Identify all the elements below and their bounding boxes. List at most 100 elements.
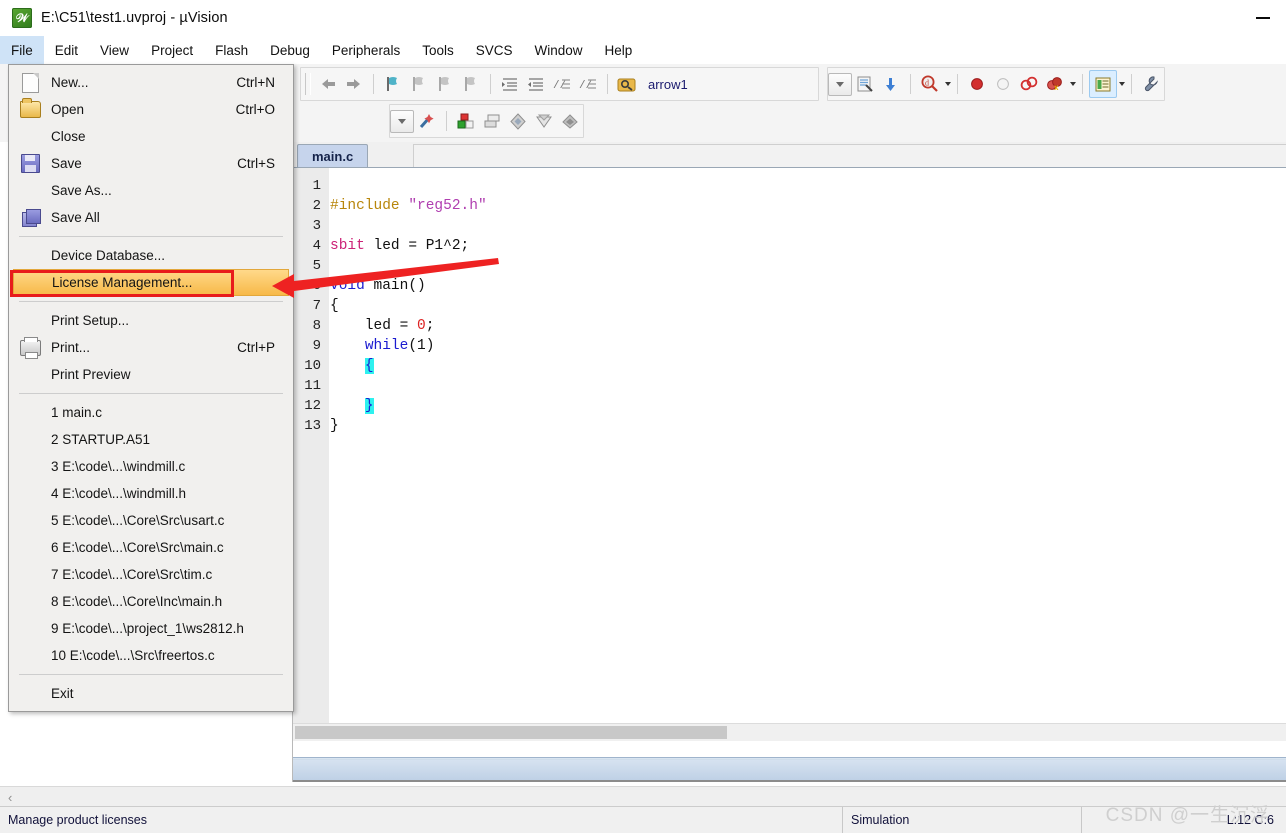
menu-item-shortcut: Ctrl+N (236, 75, 275, 90)
code-token: { (364, 358, 374, 374)
menu-item-save-as[interactable]: Save As... (9, 177, 293, 204)
menu-item-6-e-code-core-src-main-c[interactable]: 6 E:\code\...\Core\Src\main.c (9, 534, 293, 561)
menu-separator (19, 393, 283, 394)
menu-item-new[interactable]: New... Ctrl+N (9, 69, 293, 96)
bottom-scroll-strip[interactable]: ‹ (0, 786, 1286, 807)
build-wizard-icon[interactable] (414, 108, 440, 134)
download-icon[interactable] (531, 108, 557, 134)
menu-item-9-e-code-project-1-ws2812-h[interactable]: 9 E:\code\...\project_1\ws2812.h (9, 615, 293, 642)
utilities-icon[interactable] (1138, 71, 1164, 97)
code-line: 8 led = 0; (293, 316, 1286, 336)
comment-icon[interactable]: // (549, 71, 575, 97)
line-number: 13 (304, 418, 321, 434)
scrollbar-thumb[interactable] (295, 726, 727, 739)
target-options-icon[interactable] (614, 71, 640, 97)
menu-item-print-setup[interactable]: Print Setup... (9, 307, 293, 334)
insert-breakpoint-icon[interactable] (964, 71, 990, 97)
editor-tabstrip: main.c (293, 142, 1286, 168)
disable-breakpoint-icon[interactable] (990, 71, 1016, 97)
disable-all-breakpoints-icon[interactable]: x (1042, 71, 1068, 97)
menu-item-save-all[interactable]: Save All (9, 204, 293, 231)
menu-item-open[interactable]: Open Ctrl+O (9, 96, 293, 123)
menu-flash[interactable]: Flash (204, 36, 259, 64)
forward-arrow-icon[interactable] (341, 71, 367, 97)
menu-item-save[interactable]: Save Ctrl+S (9, 150, 293, 177)
code-text: while(1) (327, 336, 435, 356)
target-build-icon[interactable] (453, 108, 479, 134)
menu-item-no-icon (15, 564, 45, 586)
back-arrow-icon[interactable] (315, 71, 341, 97)
menu-debug[interactable]: Debug (259, 36, 321, 64)
line-number: 10 (304, 358, 321, 374)
menu-item-no-icon (15, 310, 45, 332)
menu-item-8-e-code-core-inc-main-h[interactable]: 8 E:\code\...\Core\Inc\main.h (9, 588, 293, 615)
chevron-down-icon[interactable] (1069, 82, 1076, 86)
editor-area: main.c 1 2 #include "reg52.h" 3 4 sbit led = … (293, 142, 1286, 782)
chevron-down-icon[interactable] (944, 82, 951, 86)
chevron-down-icon[interactable] (1118, 82, 1125, 86)
uncomment-icon[interactable]: // (575, 71, 601, 97)
toolbar-separator (909, 74, 911, 94)
menu-project[interactable]: Project (140, 36, 204, 64)
menu-item-label: 8 E:\code\...\Core\Inc\main.h (51, 594, 223, 609)
tab-main-c[interactable]: main.c (297, 144, 369, 167)
bookmark-prev-icon[interactable] (406, 71, 432, 97)
code-token: led = (330, 318, 418, 334)
translate-icon[interactable] (505, 108, 531, 134)
menu-item-label: Save All (51, 210, 100, 225)
code-line: 9 while(1) (293, 336, 1286, 356)
code-token: { (330, 298, 339, 314)
minimize-button[interactable] (1240, 0, 1286, 36)
bookmark-toggle-icon[interactable] (380, 71, 406, 97)
menu-item-label: 10 E:\code\...\Src\freertos.c (51, 648, 215, 663)
menu-item-1-main-c[interactable]: 1 main.c (9, 399, 293, 426)
batch-build-icon[interactable] (479, 108, 505, 134)
annotation-red-box (10, 270, 234, 297)
target-dropdown-icon[interactable] (827, 72, 852, 96)
manage-project-items-icon[interactable] (852, 71, 878, 97)
menu-item-print-preview[interactable]: Print Preview (9, 361, 293, 388)
find-in-files-icon[interactable]: d (917, 71, 943, 97)
menu-item-5-e-code-core-src-usart-c[interactable]: 5 E:\code\...\Core\Src\usart.c (9, 507, 293, 534)
menu-item-7-e-code-core-src-tim-c[interactable]: 7 E:\code\...\Core\Src\tim.c (9, 561, 293, 588)
menu-peripherals[interactable]: Peripherals (321, 36, 411, 64)
menu-svcs[interactable]: SVCS (465, 36, 524, 64)
menu-tools[interactable]: Tools (411, 36, 465, 64)
menu-item-label: Open (51, 102, 85, 117)
file-menu-popup[interactable]: New... Ctrl+N Open Ctrl+O Close Save Ctrl+S Sav… (8, 64, 294, 712)
scroll-left-icon[interactable]: ‹ (8, 790, 12, 805)
menu-item-4-e-code-windmill-h[interactable]: 4 E:\code\...\windmill.h (9, 480, 293, 507)
menu-item-no-icon (15, 429, 45, 451)
window-layout-icon[interactable] (1088, 70, 1117, 98)
indent-left-icon[interactable] (523, 71, 549, 97)
toolbar-grip[interactable] (305, 73, 311, 95)
menu-item-2-startup-a51[interactable]: 2 STARTUP.A51 (9, 426, 293, 453)
code-line: 1 (293, 176, 1286, 196)
menu-edit[interactable]: Edit (44, 36, 89, 64)
configure-icon[interactable] (878, 71, 904, 97)
window-controls (1240, 0, 1286, 36)
indent-right-icon[interactable] (497, 71, 523, 97)
menu-item-10-e-code-src-freertos-c[interactable]: 10 E:\code\...\Src\freertos.c (9, 642, 293, 669)
menu-item-exit[interactable]: Exit (9, 680, 293, 707)
editor-horizontal-scrollbar[interactable] (293, 723, 1286, 741)
menu-help[interactable]: Help (594, 36, 644, 64)
menu-item-close[interactable]: Close (9, 123, 293, 150)
menu-window[interactable]: Window (523, 36, 593, 64)
dropdown-icon[interactable] (390, 109, 414, 133)
code-token: "reg52.h" (408, 198, 487, 214)
bookmark-clear-icon[interactable] (458, 71, 484, 97)
menu-item-print[interactable]: Print... Ctrl+P (9, 334, 293, 361)
toolbar-separator (607, 74, 608, 94)
bookmark-next-icon[interactable] (432, 71, 458, 97)
manage-components-icon[interactable] (557, 108, 583, 134)
menu-file[interactable]: File (0, 36, 44, 64)
menu-item-label: Exit (51, 686, 74, 701)
kill-all-breakpoints-icon[interactable] (1016, 71, 1042, 97)
toolbar-separator (446, 111, 447, 131)
menu-item-shortcut: Ctrl+P (237, 340, 275, 355)
menu-item-3-e-code-windmill-c[interactable]: 3 E:\code\...\windmill.c (9, 453, 293, 480)
menu-item-label: 5 E:\code\...\Core\Src\usart.c (51, 513, 225, 528)
menu-view[interactable]: View (89, 36, 140, 64)
